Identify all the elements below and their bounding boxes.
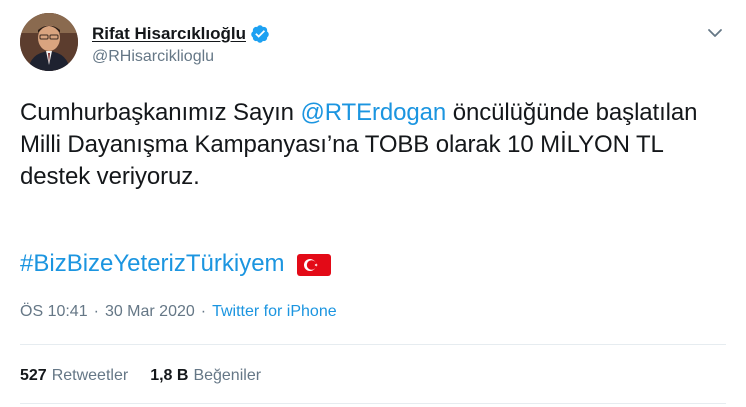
chevron-down-icon[interactable] bbox=[704, 22, 726, 44]
tweet-time[interactable]: ÖS 10:41 bbox=[20, 303, 88, 321]
meta-separator: · bbox=[200, 303, 207, 320]
user-handle[interactable]: @RHisarciklioglu bbox=[92, 48, 270, 66]
display-name[interactable]: Rifat Hisarcıklıoğlu bbox=[92, 24, 246, 44]
turkey-flag-icon bbox=[296, 253, 331, 276]
retweets-count: 527 bbox=[20, 367, 47, 384]
user-info: Rifat Hisarcıklıoğlu @RHisarciklioglu bbox=[92, 23, 270, 66]
likes-stat[interactable]: 1,8 B Beğeniler bbox=[150, 367, 261, 385]
tweet-stats: 527 Retweetler 1,8 B Beğeniler bbox=[20, 367, 283, 385]
divider-bottom bbox=[20, 403, 726, 404]
mention-link[interactable]: @RTErdogan bbox=[301, 99, 447, 126]
tweet-meta: ÖS 10:41 · 30 Mar 2020 · Twitter for iPh… bbox=[20, 303, 337, 321]
tweet-text: Cumhurbaşkanımız Sayın @RTErdogan öncülü… bbox=[20, 97, 720, 193]
hashtag-line: #BizBizeYeterizTürkiyem bbox=[20, 248, 331, 280]
divider-top bbox=[20, 344, 726, 345]
user-avatar[interactable] bbox=[20, 13, 78, 71]
avatar-image bbox=[20, 13, 78, 71]
retweets-label: Retweetler bbox=[51, 367, 129, 384]
verified-badge-icon bbox=[250, 24, 270, 44]
name-row: Rifat Hisarcıklıoğlu bbox=[92, 23, 270, 45]
hashtag-link[interactable]: #BizBizeYeterizTürkiyem bbox=[20, 248, 285, 280]
tweet-date[interactable]: 30 Mar 2020 bbox=[105, 303, 195, 321]
likes-label: Beğeniler bbox=[193, 367, 262, 384]
tweet-text-part1: Cumhurbaşkanımız Sayın bbox=[20, 99, 301, 126]
retweets-stat[interactable]: 527 Retweetler bbox=[20, 367, 128, 385]
tweet-card: Rifat Hisarcıklıoğlu @RHisarciklioglu Cu… bbox=[0, 0, 746, 407]
tweet-source-link[interactable]: Twitter for iPhone bbox=[212, 303, 337, 321]
likes-count: 1,8 B bbox=[150, 367, 189, 384]
meta-separator: · bbox=[93, 303, 99, 320]
